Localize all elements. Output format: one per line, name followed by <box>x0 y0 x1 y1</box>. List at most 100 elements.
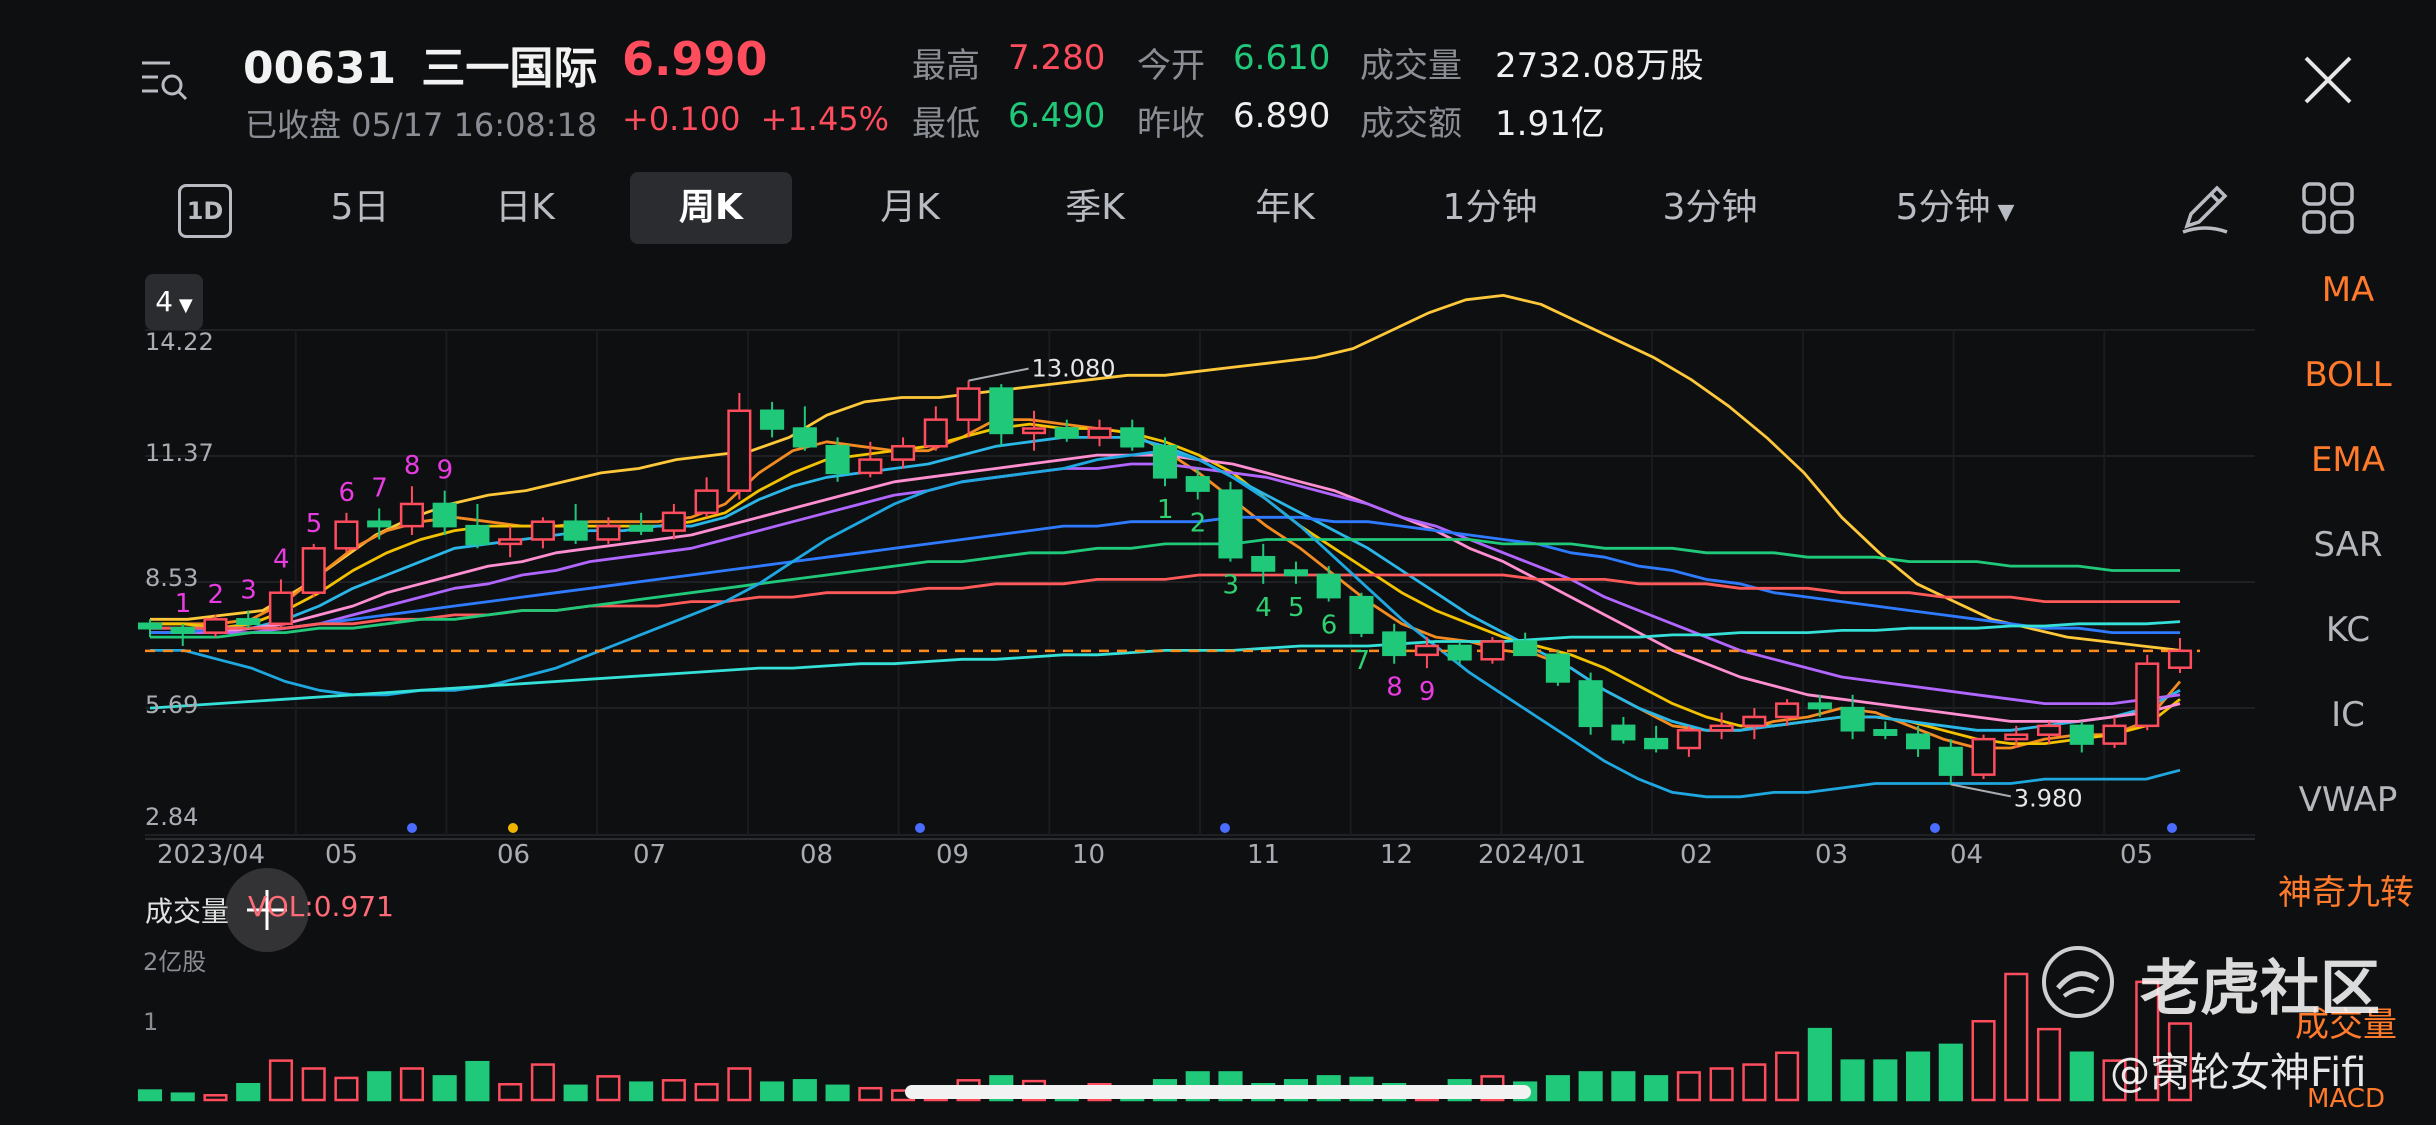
candle-body <box>1021 427 1047 435</box>
candle-body <box>301 547 326 594</box>
candle-body <box>956 387 981 421</box>
volume-bar <box>268 1059 294 1102</box>
event-dot <box>915 823 925 833</box>
x-axis-labels: 2023/04 05 06 07 08 09 10 11 12 2024/01 02 03 04 05 <box>157 840 2153 870</box>
volume-bar <box>1742 1063 1767 1102</box>
candle-body <box>367 520 392 528</box>
candle-body <box>498 538 523 546</box>
candle-body <box>694 489 719 515</box>
y-tick-label: 11.37 <box>145 439 214 467</box>
candle-body <box>1742 715 1767 728</box>
candle-body <box>1709 724 1734 732</box>
watermark-brand: 老虎社区 <box>2140 954 2380 1024</box>
volume-bar <box>367 1071 392 1102</box>
candle-body <box>334 520 359 550</box>
volume-value: VOL:0.971 <box>248 890 394 923</box>
candle-body <box>923 418 948 448</box>
event-dot <box>1930 823 1940 833</box>
volume-axis-mid: 1 <box>143 1008 159 1036</box>
volume-bar <box>1938 1043 1963 1102</box>
td-up-count: 9 <box>437 456 454 486</box>
candle-body <box>203 618 228 634</box>
candle-body <box>891 445 916 461</box>
candle-body <box>661 511 686 532</box>
x-tick-label: 11 <box>1247 840 1280 870</box>
candle-body <box>1382 631 1407 657</box>
volume-bar <box>1545 1075 1570 1102</box>
home-indicator[interactable] <box>905 1085 1531 1099</box>
period-count-button[interactable]: 4 ▼ <box>145 274 203 330</box>
indicator-line <box>149 620 2181 710</box>
candle-body <box>2036 724 2062 736</box>
candle-body <box>1152 445 1178 479</box>
volume-bar <box>2036 1027 2062 1102</box>
td-down-count: 8 <box>1386 673 1403 703</box>
candle-body <box>792 427 817 448</box>
volume-bar <box>465 1060 490 1102</box>
volume-axis-max: 2亿股 <box>143 948 207 976</box>
volume-bar <box>1971 1020 1996 1102</box>
candle-body <box>1775 702 1800 719</box>
candle-body <box>2069 724 2094 745</box>
candle-body <box>1906 733 1931 750</box>
volume-bar <box>334 1076 359 1102</box>
candle-body <box>399 502 424 528</box>
volume-bar <box>1775 1051 1800 1102</box>
candle-body <box>1218 489 1243 559</box>
candle-body <box>1185 476 1210 492</box>
candle-body <box>727 409 752 492</box>
candle-body <box>465 524 490 546</box>
volume-bar <box>1906 1051 1931 1102</box>
volume-bar <box>530 1063 555 1102</box>
candle-body <box>1971 737 1996 776</box>
candle-body <box>2167 649 2193 669</box>
volume-bar <box>1611 1071 1636 1102</box>
volume-bar <box>236 1083 261 1102</box>
volume-bar <box>563 1084 588 1102</box>
volume-bar <box>825 1084 850 1102</box>
candle-body <box>432 502 457 528</box>
td-up-count: 2 <box>207 580 224 610</box>
watermark-handle: @窝轮女神Fifi <box>2110 1050 2367 1096</box>
candle-body <box>1644 737 1669 750</box>
chart-grid <box>145 329 2255 840</box>
candle-body <box>1251 555 1276 572</box>
event-dot <box>2167 823 2177 833</box>
x-tick-label: 02 <box>1680 840 1713 870</box>
candle-body <box>989 387 1014 435</box>
candle-body <box>1447 644 1472 661</box>
candle-body <box>1054 427 1079 439</box>
candle-body <box>1414 644 1439 657</box>
td-up-count: 3 <box>240 575 257 605</box>
candle-body <box>1611 724 1636 741</box>
candle-body <box>236 618 261 626</box>
volume-bar <box>596 1075 621 1102</box>
volume-bar <box>1840 1059 1865 1102</box>
x-tick-label: 12 <box>1380 840 1413 870</box>
candle-body <box>760 409 785 430</box>
volume-bar <box>1807 1027 1832 1102</box>
event-dot <box>1220 823 1230 833</box>
td-down-count: 9 <box>1419 677 1436 707</box>
volume-bars <box>137 972 2193 1102</box>
indicator-lines <box>145 293 2200 799</box>
volume-bar <box>2004 972 2029 1102</box>
candle-body <box>1480 640 1505 661</box>
td-up-count: 5 <box>306 509 323 539</box>
candle-body <box>1807 702 1832 710</box>
low-leader <box>1950 783 2012 798</box>
volume-bar <box>498 1083 523 1102</box>
caret-down-icon: ▼ <box>173 295 193 316</box>
volume-bar <box>1709 1067 1734 1102</box>
td-up-count: 8 <box>404 451 421 481</box>
td-up-count: 4 <box>273 544 290 574</box>
candle-body <box>1578 680 1603 728</box>
candle-body <box>825 445 850 475</box>
volume-bar <box>1578 1071 1603 1102</box>
volume-bar <box>399 1067 424 1102</box>
candle-body <box>2004 733 2029 741</box>
x-tick-label: 04 <box>1950 840 1983 870</box>
y-tick-label: 5.69 <box>145 691 198 719</box>
candle-body <box>1676 729 1701 750</box>
x-tick-label: 06 <box>497 840 530 870</box>
